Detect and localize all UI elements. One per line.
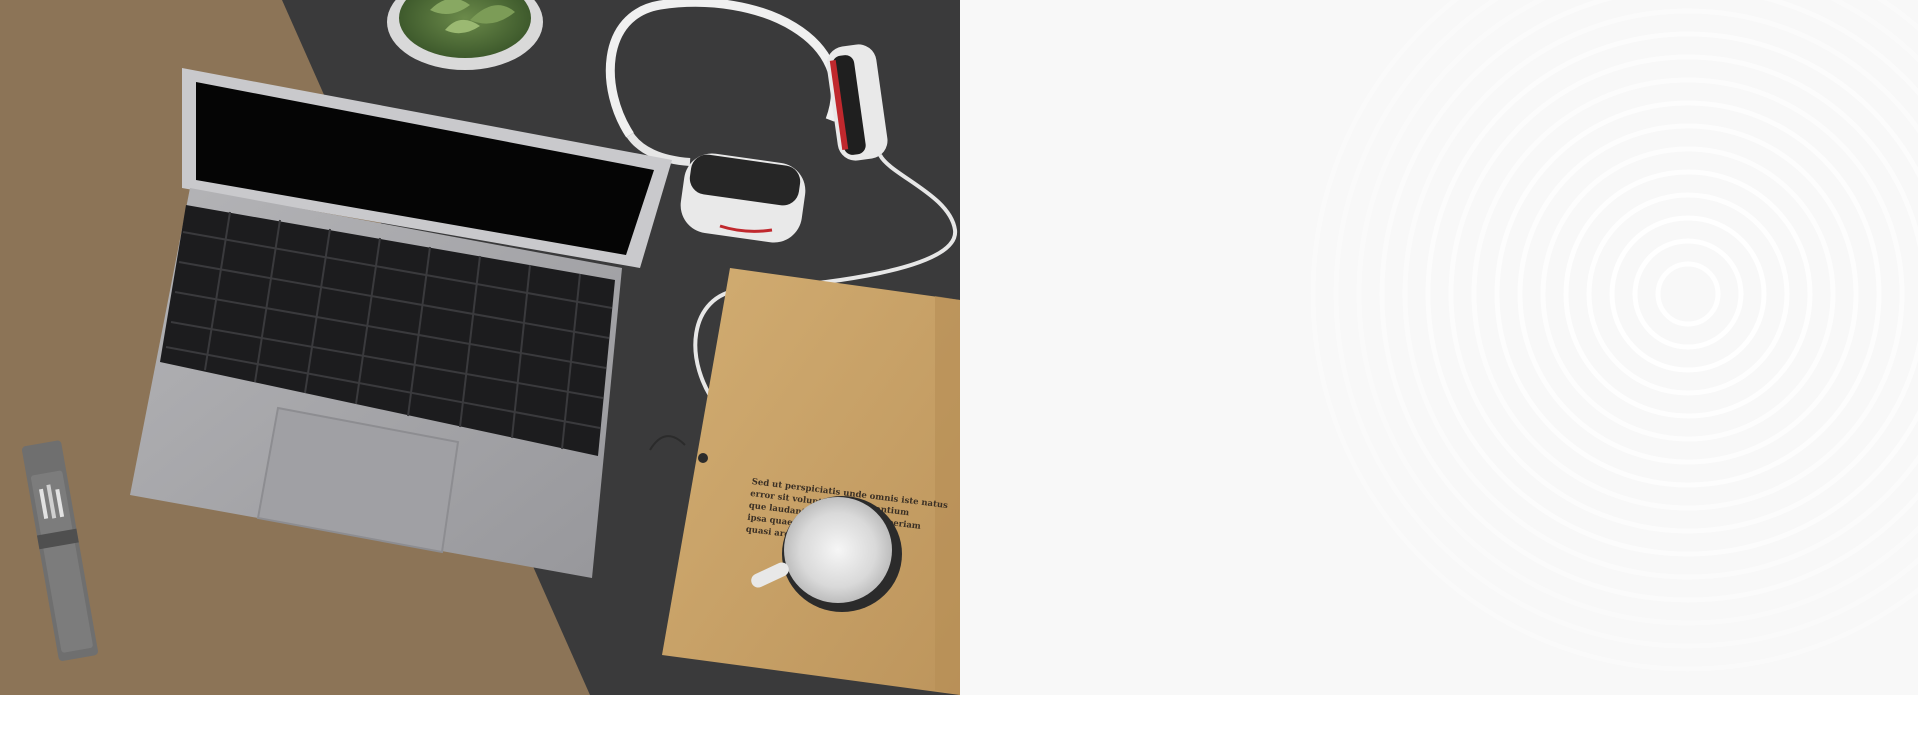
- ring: [1379, 0, 1918, 603]
- ring: [1425, 31, 1918, 557]
- hero-photo: Sed ut perspiciatis unde omnis iste natu…: [0, 0, 960, 695]
- ring: [1632, 238, 1744, 350]
- desk-flatlay-image: Sed ut perspiciatis unde omnis iste natu…: [0, 0, 960, 695]
- ring: [1586, 192, 1790, 396]
- earbud: [698, 453, 708, 463]
- hero-banner: Sed ut perspiciatis unde omnis iste natu…: [0, 0, 1918, 695]
- concentric-rings-pattern: [960, 0, 1918, 695]
- ring: [1402, 8, 1918, 580]
- ring: [1563, 169, 1813, 419]
- ring: [1471, 77, 1905, 511]
- ring: [1655, 261, 1721, 327]
- rings-graphic: [1310, 0, 1918, 672]
- page-below-hero: [0, 695, 1918, 748]
- ring: [1517, 123, 1859, 465]
- ring: [1494, 100, 1882, 488]
